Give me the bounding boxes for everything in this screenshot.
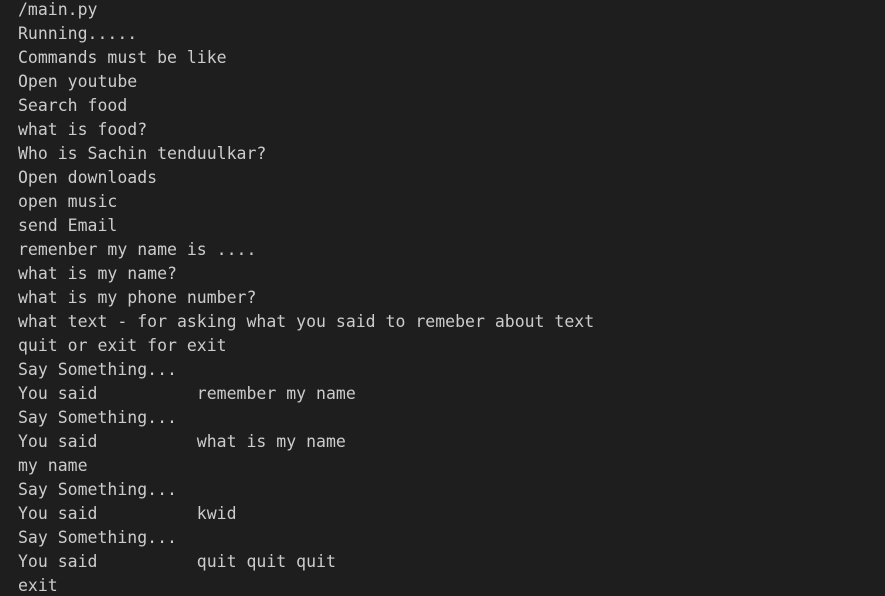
terminal-line-exit: exit (18, 576, 58, 595)
terminal-line-command-example: what is food? (18, 120, 148, 139)
terminal-line-command-example: remenber my name is .... (18, 240, 257, 259)
terminal-line-script-path: /main.py (18, 0, 98, 19)
terminal-line-running: Running..... (18, 24, 138, 43)
terminal-output-panel[interactable]: /main.py Running..... Commands must be l… (0, 0, 885, 596)
terminal-line-command-example: Search food (18, 96, 128, 115)
terminal-line-commands-header: Commands must be like (18, 48, 227, 67)
terminal-line-command-example: what text - for asking what you said to … (18, 312, 595, 331)
terminal-line-command-example: what is my name? (18, 264, 177, 283)
terminal-line-you-said: You said remember my name (18, 384, 356, 403)
terminal-lines: /main.py Running..... Commands must be l… (18, 0, 885, 596)
terminal-line-you-said: You said what is my name (18, 432, 346, 451)
terminal-line-command-example: quit or exit for exit (18, 336, 227, 355)
terminal-line-command-example: Who is Sachin tenduulkar? (18, 144, 267, 163)
terminal-line-command-example: Open youtube (18, 72, 138, 91)
terminal-line-response: my name (18, 456, 88, 475)
terminal-line-prompt: Say Something... (18, 528, 177, 547)
terminal-line-command-example: Open downloads (18, 168, 158, 187)
terminal-line-prompt: Say Something... (18, 408, 177, 427)
terminal-line-command-example: open music (18, 192, 118, 211)
terminal-line-you-said: You said quit quit quit (18, 552, 336, 571)
terminal-line-command-example: what is my phone number? (18, 288, 257, 307)
terminal-line-prompt: Say Something... (18, 480, 177, 499)
terminal-line-command-example: send Email (18, 216, 118, 235)
terminal-line-you-said: You said kwid (18, 504, 237, 523)
terminal-line-prompt: Say Something... (18, 360, 177, 379)
